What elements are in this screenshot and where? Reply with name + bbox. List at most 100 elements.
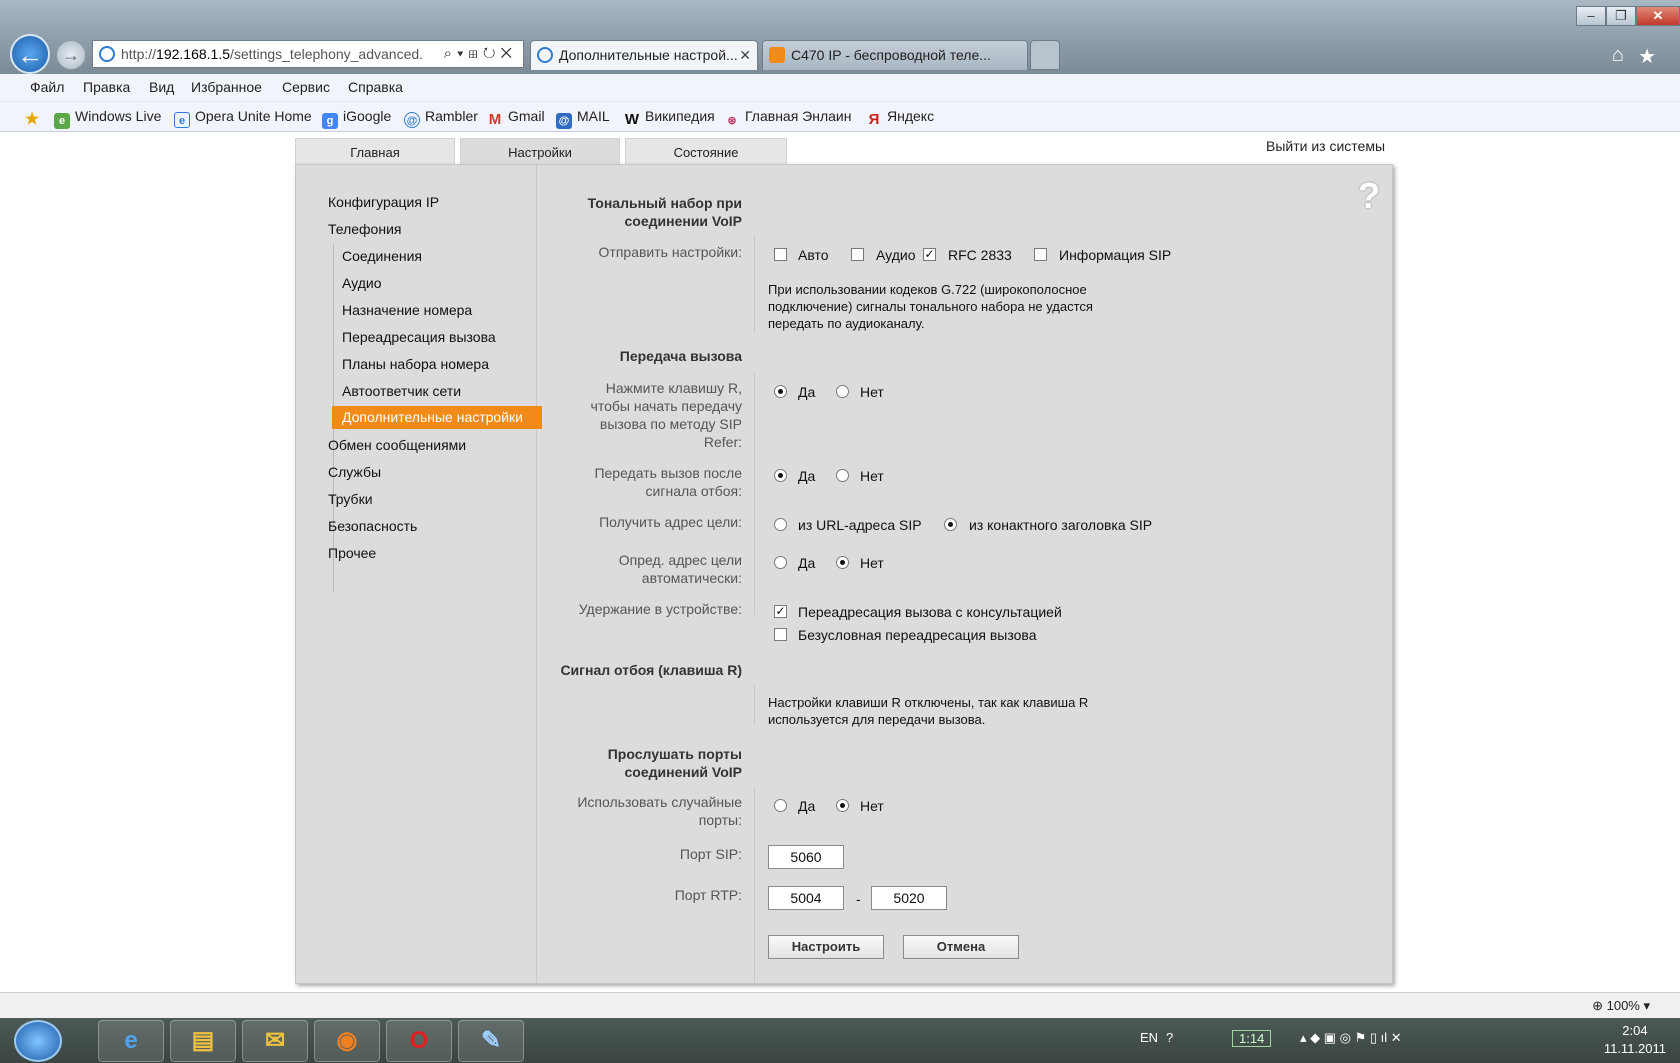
on-hook-yes-label: Да (798, 468, 816, 484)
paint-taskbar-icon[interactable]: ✎ (458, 1020, 524, 1062)
tab-settings[interactable]: Настройки (460, 138, 620, 165)
zoom-control[interactable]: ⊕ 100% ▾ (1592, 998, 1650, 1014)
get-target-address-label: Получить адрес цели: (599, 514, 742, 530)
sidebar-item-telephony[interactable]: Телефония (328, 221, 401, 237)
menu-bar: Файл Правка Вид Избранное Сервис Справка (0, 74, 1680, 102)
sidebar-item-network-mailbox[interactable]: Автоответчик сети (342, 383, 461, 399)
sidebar-item-connections[interactable]: Соединения (342, 248, 422, 264)
menu-favorites[interactable]: Избранное (191, 79, 262, 95)
fav-yandex[interactable]: Я Яндекс (866, 108, 934, 128)
sidebar-item-other[interactable]: Прочее (328, 545, 376, 561)
fav-opera-unite[interactable]: e Opera Unite Home (174, 108, 312, 128)
close-tab-icon[interactable]: ✕ (739, 41, 751, 69)
favorites-star-icon[interactable]: ★ (1638, 44, 1656, 69)
menu-view[interactable]: Вид (149, 79, 174, 95)
sidebar-item-call-forwarding[interactable]: Переадресация вызова (342, 329, 496, 345)
sidebar-item-messaging[interactable]: Обмен сообщениями (328, 437, 466, 453)
fav-windows-live[interactable]: e Windows Live (54, 108, 161, 129)
checkbox-blind-transfer[interactable] (774, 628, 787, 641)
logout-link[interactable]: Выйти из системы (1266, 138, 1385, 154)
firefox-taskbar-icon[interactable]: ◉ (314, 1020, 380, 1062)
fav-mail[interactable]: @ MAIL (556, 108, 610, 129)
checkbox-auto[interactable] (774, 248, 787, 261)
window-controls: – ❐ ✕ (1576, 6, 1680, 26)
radio-auto-target-no[interactable] (836, 556, 849, 569)
sidebar-item-audio[interactable]: Аудио (342, 275, 382, 291)
back-button[interactable]: ← (10, 34, 50, 74)
ie-taskbar-icon[interactable]: e (98, 1020, 164, 1062)
sidebar-item-advanced-settings[interactable]: Дополнительные настройки (332, 406, 542, 429)
sidebar-item-services[interactable]: Службы (328, 464, 381, 480)
address-tools-icons[interactable]: ⌕▾⊞↻✕ (444, 41, 517, 67)
radio-on-hook-yes[interactable] (774, 469, 787, 482)
radio-r-key-yes[interactable] (774, 385, 787, 398)
tab-status[interactable]: Состояние (625, 138, 787, 165)
home-icon[interactable]: ⌂ (1612, 44, 1624, 67)
minimize-button[interactable]: – (1576, 6, 1606, 26)
sidebar-item-ip-config[interactable]: Конфигурация IP (328, 194, 439, 210)
section-title-flash: Сигнал отбоя (клавиша R) (560, 662, 742, 678)
checkbox-rfc2833[interactable]: ✓ (923, 248, 936, 261)
fav-online[interactable]: ⊛ Главная Энлаин (724, 108, 851, 129)
radio-auto-target-yes[interactable] (774, 556, 787, 569)
rtp-port-to-input[interactable]: 5020 (871, 886, 947, 910)
radio-target-url[interactable] (774, 518, 787, 531)
dtmf-note: При использовании кодеков G.722 (широкоп… (768, 282, 1093, 331)
radio-r-key-no[interactable] (836, 385, 849, 398)
sidebar-item-dialing-plans[interactable]: Планы набора номера (342, 356, 489, 372)
close-window-button[interactable]: ✕ (1636, 6, 1680, 26)
new-tab-button[interactable] (1030, 40, 1060, 70)
target-contact-label: из конактного заголовка SIP (969, 517, 1153, 533)
sidebar-item-handsets[interactable]: Трубки (328, 491, 373, 507)
start-button[interactable] (14, 1020, 62, 1062)
fav-igoogle[interactable]: g iGoogle (322, 108, 391, 129)
sidebar-item-number-assignment[interactable]: Назначение номера (342, 302, 472, 318)
menu-edit[interactable]: Правка (83, 79, 130, 95)
mail-taskbar-icon[interactable]: ✉ (242, 1020, 308, 1062)
radio-target-contact[interactable] (944, 518, 957, 531)
help-icon[interactable]: ? (1358, 175, 1380, 217)
network-tray-icon[interactable]: ▴ ◆ ▣ ◎ ⚑ ▯ ıl ✕ (1300, 1030, 1402, 1046)
rtp-port-from-input[interactable]: 5004 (768, 886, 844, 910)
browser-status-bar: ⊕ 100% ▾ (0, 992, 1680, 1018)
fav-wikipedia[interactable]: W Википедия (624, 108, 715, 128)
maximize-button[interactable]: ❐ (1606, 6, 1636, 26)
battery-indicator[interactable]: 1:14 (1232, 1030, 1272, 1047)
flash-note: Настройки клавиши R отключены, так как к… (768, 695, 1089, 727)
divider (754, 685, 755, 725)
blind-transfer-label: Безусловная переадресация вызова (798, 627, 1037, 643)
address-bar[interactable]: http://192.168.1.5/settings_telephony_ad… (92, 40, 524, 68)
clock[interactable]: 2:04 11.11.2011 (1604, 1022, 1666, 1058)
windows-taskbar: e ▤ ✉ ◉ O ✎ EN ? 1:14 ▴ ◆ ▣ ◎ ⚑ ▯ ıl ✕ 2… (0, 1018, 1680, 1063)
fav-gmail[interactable]: M Gmail (487, 108, 545, 128)
radio-on-hook-no[interactable] (836, 469, 849, 482)
explorer-taskbar-icon[interactable]: ▤ (170, 1020, 236, 1062)
fav-rambler[interactable]: @ Rambler (404, 108, 478, 128)
radio-random-ports-no[interactable] (836, 799, 849, 812)
menu-help[interactable]: Справка (348, 79, 403, 95)
help-tray-icon[interactable]: ? (1166, 1030, 1173, 1045)
checkbox-audio[interactable] (851, 248, 864, 261)
random-ports-no-label: Нет (860, 798, 884, 814)
apply-button[interactable]: Настроить (768, 935, 884, 959)
consult-transfer-label: Переадресация вызова с консультацией (798, 604, 1062, 620)
sidebar-item-security[interactable]: Безопасность (328, 518, 417, 534)
radio-random-ports-yes[interactable] (774, 799, 787, 812)
target-url-label: из URL-адреса SIP (798, 517, 922, 533)
cancel-button[interactable]: Отмена (903, 935, 1019, 959)
checkbox-sip-info[interactable] (1034, 248, 1047, 261)
favorites-star-add-icon[interactable]: ★ (24, 108, 45, 128)
sidebar: Конфигурация IP Телефония Соединения Ауд… (296, 165, 542, 983)
opera-taskbar-icon[interactable]: O (386, 1020, 452, 1062)
section-title-dtmf: Тональный набор при соединении VoIP (587, 195, 742, 229)
forward-button[interactable]: → (56, 40, 86, 70)
sip-port-input[interactable]: 5060 (768, 845, 844, 869)
menu-tools[interactable]: Сервис (282, 79, 330, 95)
browser-tab[interactable]: C470 IP - беспроводной теле... (762, 40, 1028, 70)
menu-file[interactable]: Файл (30, 79, 64, 95)
settings-panel: Конфигурация IP Телефония Соединения Ауд… (295, 164, 1393, 984)
checkbox-consult-transfer[interactable]: ✓ (774, 605, 787, 618)
language-indicator[interactable]: EN (1140, 1030, 1158, 1045)
browser-tab-active[interactable]: Дополнительные настрой... ✕ (530, 40, 758, 70)
tab-home[interactable]: Главная (295, 138, 455, 165)
